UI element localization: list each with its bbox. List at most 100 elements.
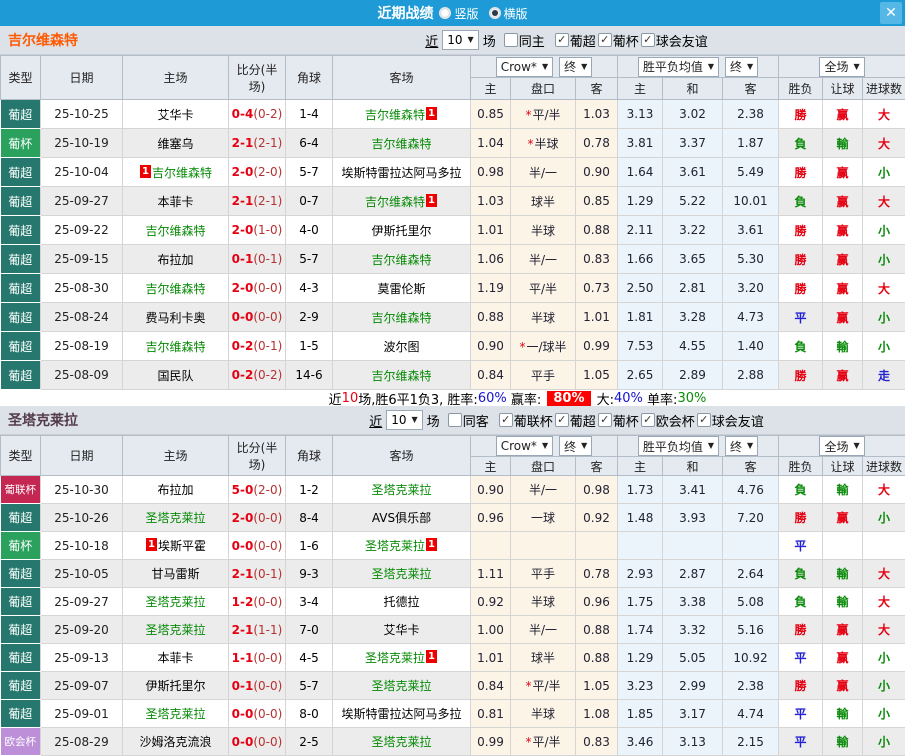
corner-cell: 14-6 bbox=[286, 361, 333, 390]
team-name: 托德拉 bbox=[383, 595, 419, 609]
odds-away-cell: 0.98 bbox=[576, 476, 618, 504]
team-name: 本菲卡 bbox=[157, 195, 193, 209]
odds-source-select[interactable]: Crow*▼ bbox=[496, 57, 553, 77]
league-cell: 葡超 bbox=[1, 644, 41, 672]
away-team-cell: AVS俱乐部 bbox=[333, 504, 471, 532]
home-team-cell: 1埃斯平霍 bbox=[123, 532, 229, 560]
league-filter-球会友谊[interactable]: 球会友谊 bbox=[641, 31, 708, 50]
team-name: 艾华卡 bbox=[383, 623, 419, 637]
date-cell: 25-10-19 bbox=[41, 129, 123, 158]
league-cell: 葡超 bbox=[1, 303, 41, 332]
radio-vertical-layout[interactable]: 竖版 bbox=[439, 5, 478, 22]
table-body: 葡联杯25-10-30布拉加5-0(2-0)1-2圣塔克莱拉0.90半/一0.9… bbox=[1, 476, 905, 756]
odds-away-cell bbox=[576, 532, 618, 560]
team-name: 圣塔克莱拉 bbox=[371, 483, 431, 497]
checkbox-icon[interactable] bbox=[499, 413, 513, 427]
checkbox-icon[interactable] bbox=[598, 413, 612, 427]
corner-cell: 2-5 bbox=[286, 728, 333, 756]
result-wdl-cell: 負 bbox=[779, 588, 823, 616]
match-row: 葡超25-08-24费马利卡奥0-0(0-0)2-9吉尔维森特0.88半球1.0… bbox=[1, 303, 905, 332]
avg-final-select[interactable]: 终▼ bbox=[725, 436, 758, 456]
avg-home-cell: 1.29 bbox=[618, 187, 663, 216]
avg-away-cell: 5.30 bbox=[723, 245, 779, 274]
away-team-cell: 莫雷伦斯 bbox=[333, 274, 471, 303]
league-filter-葡杯[interactable]: 葡杯 bbox=[598, 411, 639, 430]
league-cell: 葡杯 bbox=[1, 129, 41, 158]
same-venue-filter[interactable]: 同客 bbox=[448, 411, 489, 430]
league-filter-欧会杯[interactable]: 欧会杯 bbox=[641, 411, 695, 430]
close-icon[interactable]: ✕ bbox=[880, 2, 902, 24]
date-cell: 25-09-20 bbox=[41, 616, 123, 644]
recent-label[interactable]: 近 bbox=[369, 411, 382, 430]
table-header: 类型日期主场比分(半场)角球客场Crow*▼终▼胜平负均值▼终▼全场▼主盘口客主… bbox=[1, 56, 905, 100]
sub-col-header: 让球 bbox=[823, 78, 863, 100]
league-filter-葡超[interactable]: 葡超 bbox=[555, 31, 596, 50]
avg-away-cell: 2.38 bbox=[723, 100, 779, 129]
avg-type-select[interactable]: 胜平负均值▼ bbox=[638, 57, 719, 77]
odds-final-select[interactable]: 终▼ bbox=[559, 436, 592, 456]
odds-source-select[interactable]: Crow*▼ bbox=[496, 436, 553, 456]
handicap-cell: 半/一 bbox=[511, 616, 576, 644]
scope-select[interactable]: 全场▼ bbox=[819, 57, 864, 77]
corner-cell: 0-7 bbox=[286, 187, 333, 216]
odds-home-cell: 0.90 bbox=[471, 332, 511, 361]
league-filter-葡杯[interactable]: 葡杯 bbox=[598, 31, 639, 50]
summary-segment: 80% bbox=[547, 391, 590, 406]
avg-type-select[interactable]: 胜平负均值▼ bbox=[638, 436, 719, 456]
result-wdl-cell: 負 bbox=[779, 187, 823, 216]
checkbox-icon[interactable] bbox=[448, 413, 462, 427]
result-handicap-cell: 赢 bbox=[823, 303, 863, 332]
recent-label[interactable]: 近 bbox=[425, 31, 438, 50]
same-venue-filter[interactable]: 同主 bbox=[504, 31, 545, 50]
league-filter-葡超[interactable]: 葡超 bbox=[555, 411, 596, 430]
odds-away-cell: 0.88 bbox=[576, 644, 618, 672]
league-filter-球会友谊[interactable]: 球会友谊 bbox=[697, 411, 764, 430]
avg-draw-cell: 2.87 bbox=[663, 560, 723, 588]
match-count-select[interactable]: 10▼ bbox=[386, 410, 422, 430]
league-cell: 葡超 bbox=[1, 361, 41, 390]
corner-cell: 6-4 bbox=[286, 129, 333, 158]
radio-icon[interactable] bbox=[489, 7, 501, 19]
away-team-cell: 埃斯特雷拉达阿马多拉 bbox=[333, 158, 471, 187]
games-label: 场 bbox=[427, 411, 440, 430]
result-wdl-cell: 勝 bbox=[779, 361, 823, 390]
match-row: 葡杯25-10-181埃斯平霍0-0(0-0)1-6圣塔克莱拉1平 bbox=[1, 532, 905, 560]
league-filter-label: 葡超 bbox=[570, 31, 596, 50]
odds-away-cell: 1.05 bbox=[576, 361, 618, 390]
radio-icon[interactable] bbox=[439, 7, 451, 19]
result-goals-cell: 小 bbox=[863, 303, 905, 332]
checkbox-icon[interactable] bbox=[598, 33, 612, 47]
checkbox-icon[interactable] bbox=[555, 33, 569, 47]
odds-final-select[interactable]: 终▼ bbox=[559, 57, 592, 77]
result-wdl-cell: 負 bbox=[779, 476, 823, 504]
checkbox-icon[interactable] bbox=[641, 413, 655, 427]
section-team-1: 吉尔维森特 近 10▼ 场 同主 葡超葡杯球会友谊 类型日期主场比分(半场)角球… bbox=[0, 26, 905, 406]
result-handicap-cell: 輸 bbox=[823, 560, 863, 588]
avg-draw-cell: 3.28 bbox=[663, 303, 723, 332]
score-cell: 2-1(2-1) bbox=[229, 129, 286, 158]
avg-draw-cell: 2.81 bbox=[663, 274, 723, 303]
result-handicap-cell: 輸 bbox=[823, 476, 863, 504]
match-row: 葡超25-09-27本菲卡2-1(2-1)0-7吉尔维森特11.03球半0.85… bbox=[1, 187, 905, 216]
league-filter-葡联杯[interactable]: 葡联杯 bbox=[499, 411, 553, 430]
checkbox-icon[interactable] bbox=[641, 33, 655, 47]
avg-away-cell: 3.61 bbox=[723, 216, 779, 245]
red-card-badge: 1 bbox=[140, 165, 151, 178]
date-cell: 25-08-30 bbox=[41, 274, 123, 303]
result-handicap-cell: 赢 bbox=[823, 187, 863, 216]
sub-col-header: 客 bbox=[723, 457, 779, 476]
away-team-cell: 圣塔克莱拉 bbox=[333, 476, 471, 504]
result-goals-cell: 小 bbox=[863, 158, 905, 187]
radio-horizontal-layout[interactable]: 横版 bbox=[489, 5, 528, 22]
result-handicap-cell: 赢 bbox=[823, 245, 863, 274]
checkbox-icon[interactable] bbox=[697, 413, 711, 427]
team-name: 吉尔维森特 bbox=[371, 137, 431, 151]
handicap-cell: 半球 bbox=[511, 303, 576, 332]
scope-select[interactable]: 全场▼ bbox=[819, 436, 864, 456]
checkbox-icon[interactable] bbox=[555, 413, 569, 427]
avg-final-select[interactable]: 终▼ bbox=[725, 57, 758, 77]
team-name: 埃斯平霍 bbox=[158, 539, 206, 553]
odds-home-cell: 1.04 bbox=[471, 129, 511, 158]
checkbox-icon[interactable] bbox=[504, 33, 518, 47]
match-count-select[interactable]: 10▼ bbox=[442, 30, 478, 50]
